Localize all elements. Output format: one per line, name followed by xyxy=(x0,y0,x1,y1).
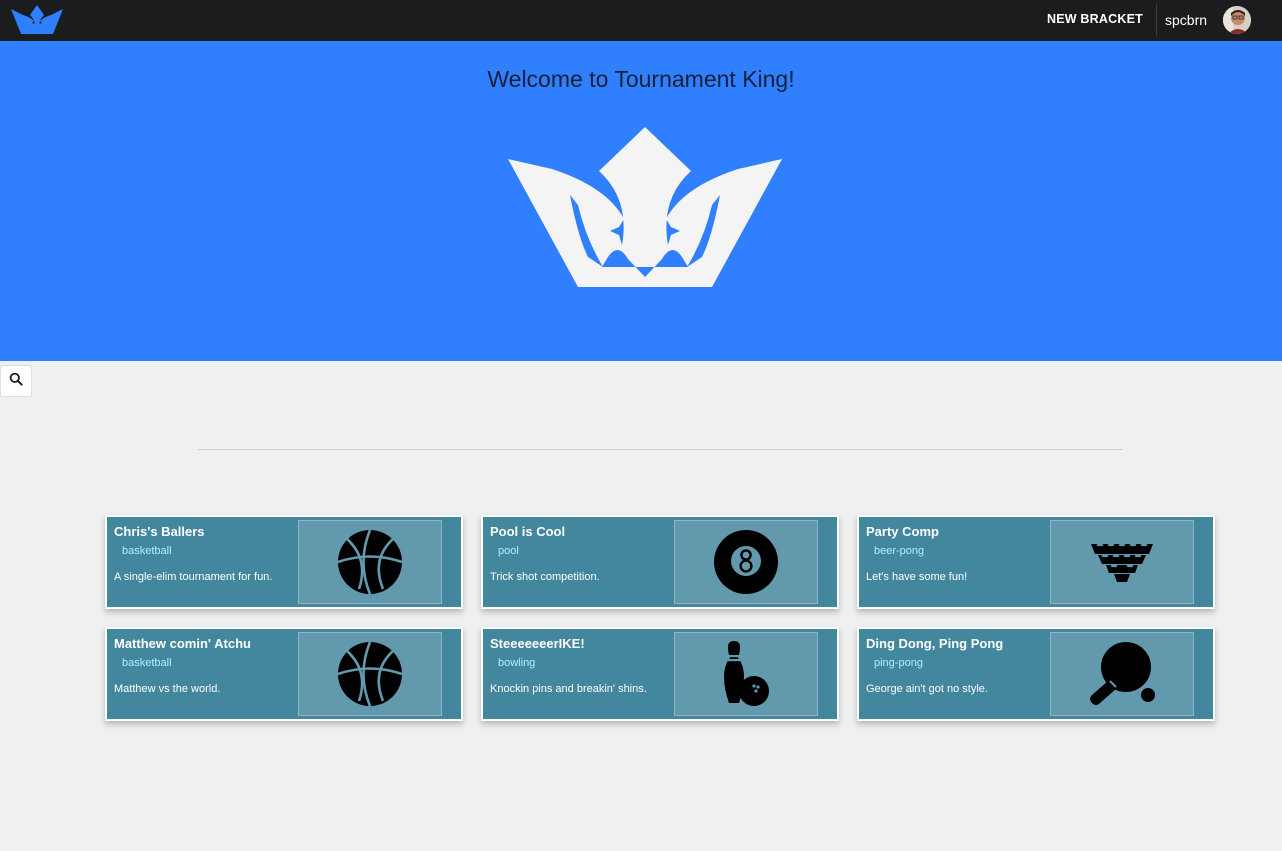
card-title: SteeeeeeerIKE! xyxy=(490,636,585,651)
card-description: A single-elim tournament for fun. xyxy=(114,571,273,583)
beer-pong-icon xyxy=(1050,520,1194,604)
card-title: Ding Dong, Ping Pong xyxy=(866,636,1004,651)
tournament-card[interactable]: Pool is Cool pool Trick shot competition… xyxy=(481,515,839,609)
card-tag[interactable]: pool xyxy=(498,545,519,557)
card-tag[interactable]: beer-pong xyxy=(874,545,924,557)
card-title: Party Comp xyxy=(866,524,939,539)
tournament-card[interactable]: SteeeeeeerIKE! bowling Knockin pins and … xyxy=(481,627,839,721)
tournament-card[interactable]: Party Comp beer-pong Let's have some fun… xyxy=(857,515,1215,609)
card-tag[interactable]: ping-pong xyxy=(874,657,923,669)
section-divider xyxy=(198,449,1123,450)
tournament-card[interactable]: Chris's Ballers basketball A single-elim… xyxy=(105,515,463,609)
card-title: Pool is Cool xyxy=(490,524,566,539)
card-description: Knockin pins and breakin' shins. xyxy=(490,683,647,695)
top-nav-bar: NEW BRACKET spcbrn xyxy=(0,0,1282,41)
card-title: Chris's Ballers xyxy=(114,524,205,539)
card-description: George ain't got no style. xyxy=(866,683,988,695)
eight-ball-icon xyxy=(674,520,818,604)
search-button[interactable] xyxy=(0,365,32,397)
basketball-icon xyxy=(298,632,442,716)
card-title: Matthew comin' Atchu xyxy=(114,636,251,651)
nav-divider xyxy=(1156,4,1157,36)
card-description: Trick shot competition. xyxy=(490,571,600,583)
page-title: Welcome to Tournament King! xyxy=(487,66,795,92)
card-description: Let's have some fun! xyxy=(866,571,968,583)
avatar[interactable] xyxy=(1223,6,1251,34)
crown-logo-icon[interactable] xyxy=(11,4,63,36)
card-description: Matthew vs the world. xyxy=(114,683,221,695)
tournament-card[interactable]: Ding Dong, Ping Pong ping-pong George ai… xyxy=(857,627,1215,721)
crown-icon xyxy=(508,127,782,288)
basketball-icon xyxy=(298,520,442,604)
username-link[interactable]: spcbrn xyxy=(1165,12,1207,28)
ping-pong-icon xyxy=(1050,632,1194,716)
hero-banner: Welcome to Tournament King! xyxy=(0,41,1282,361)
tournament-card[interactable]: Matthew comin' Atchu basketball Matthew … xyxy=(105,627,463,721)
new-bracket-link[interactable]: NEW BRACKET xyxy=(1047,12,1143,26)
card-tag[interactable]: basketball xyxy=(122,657,172,669)
card-tag[interactable]: basketball xyxy=(122,545,172,557)
bowling-icon xyxy=(674,632,818,716)
card-tag[interactable]: bowling xyxy=(498,657,535,669)
search-icon xyxy=(9,372,23,391)
